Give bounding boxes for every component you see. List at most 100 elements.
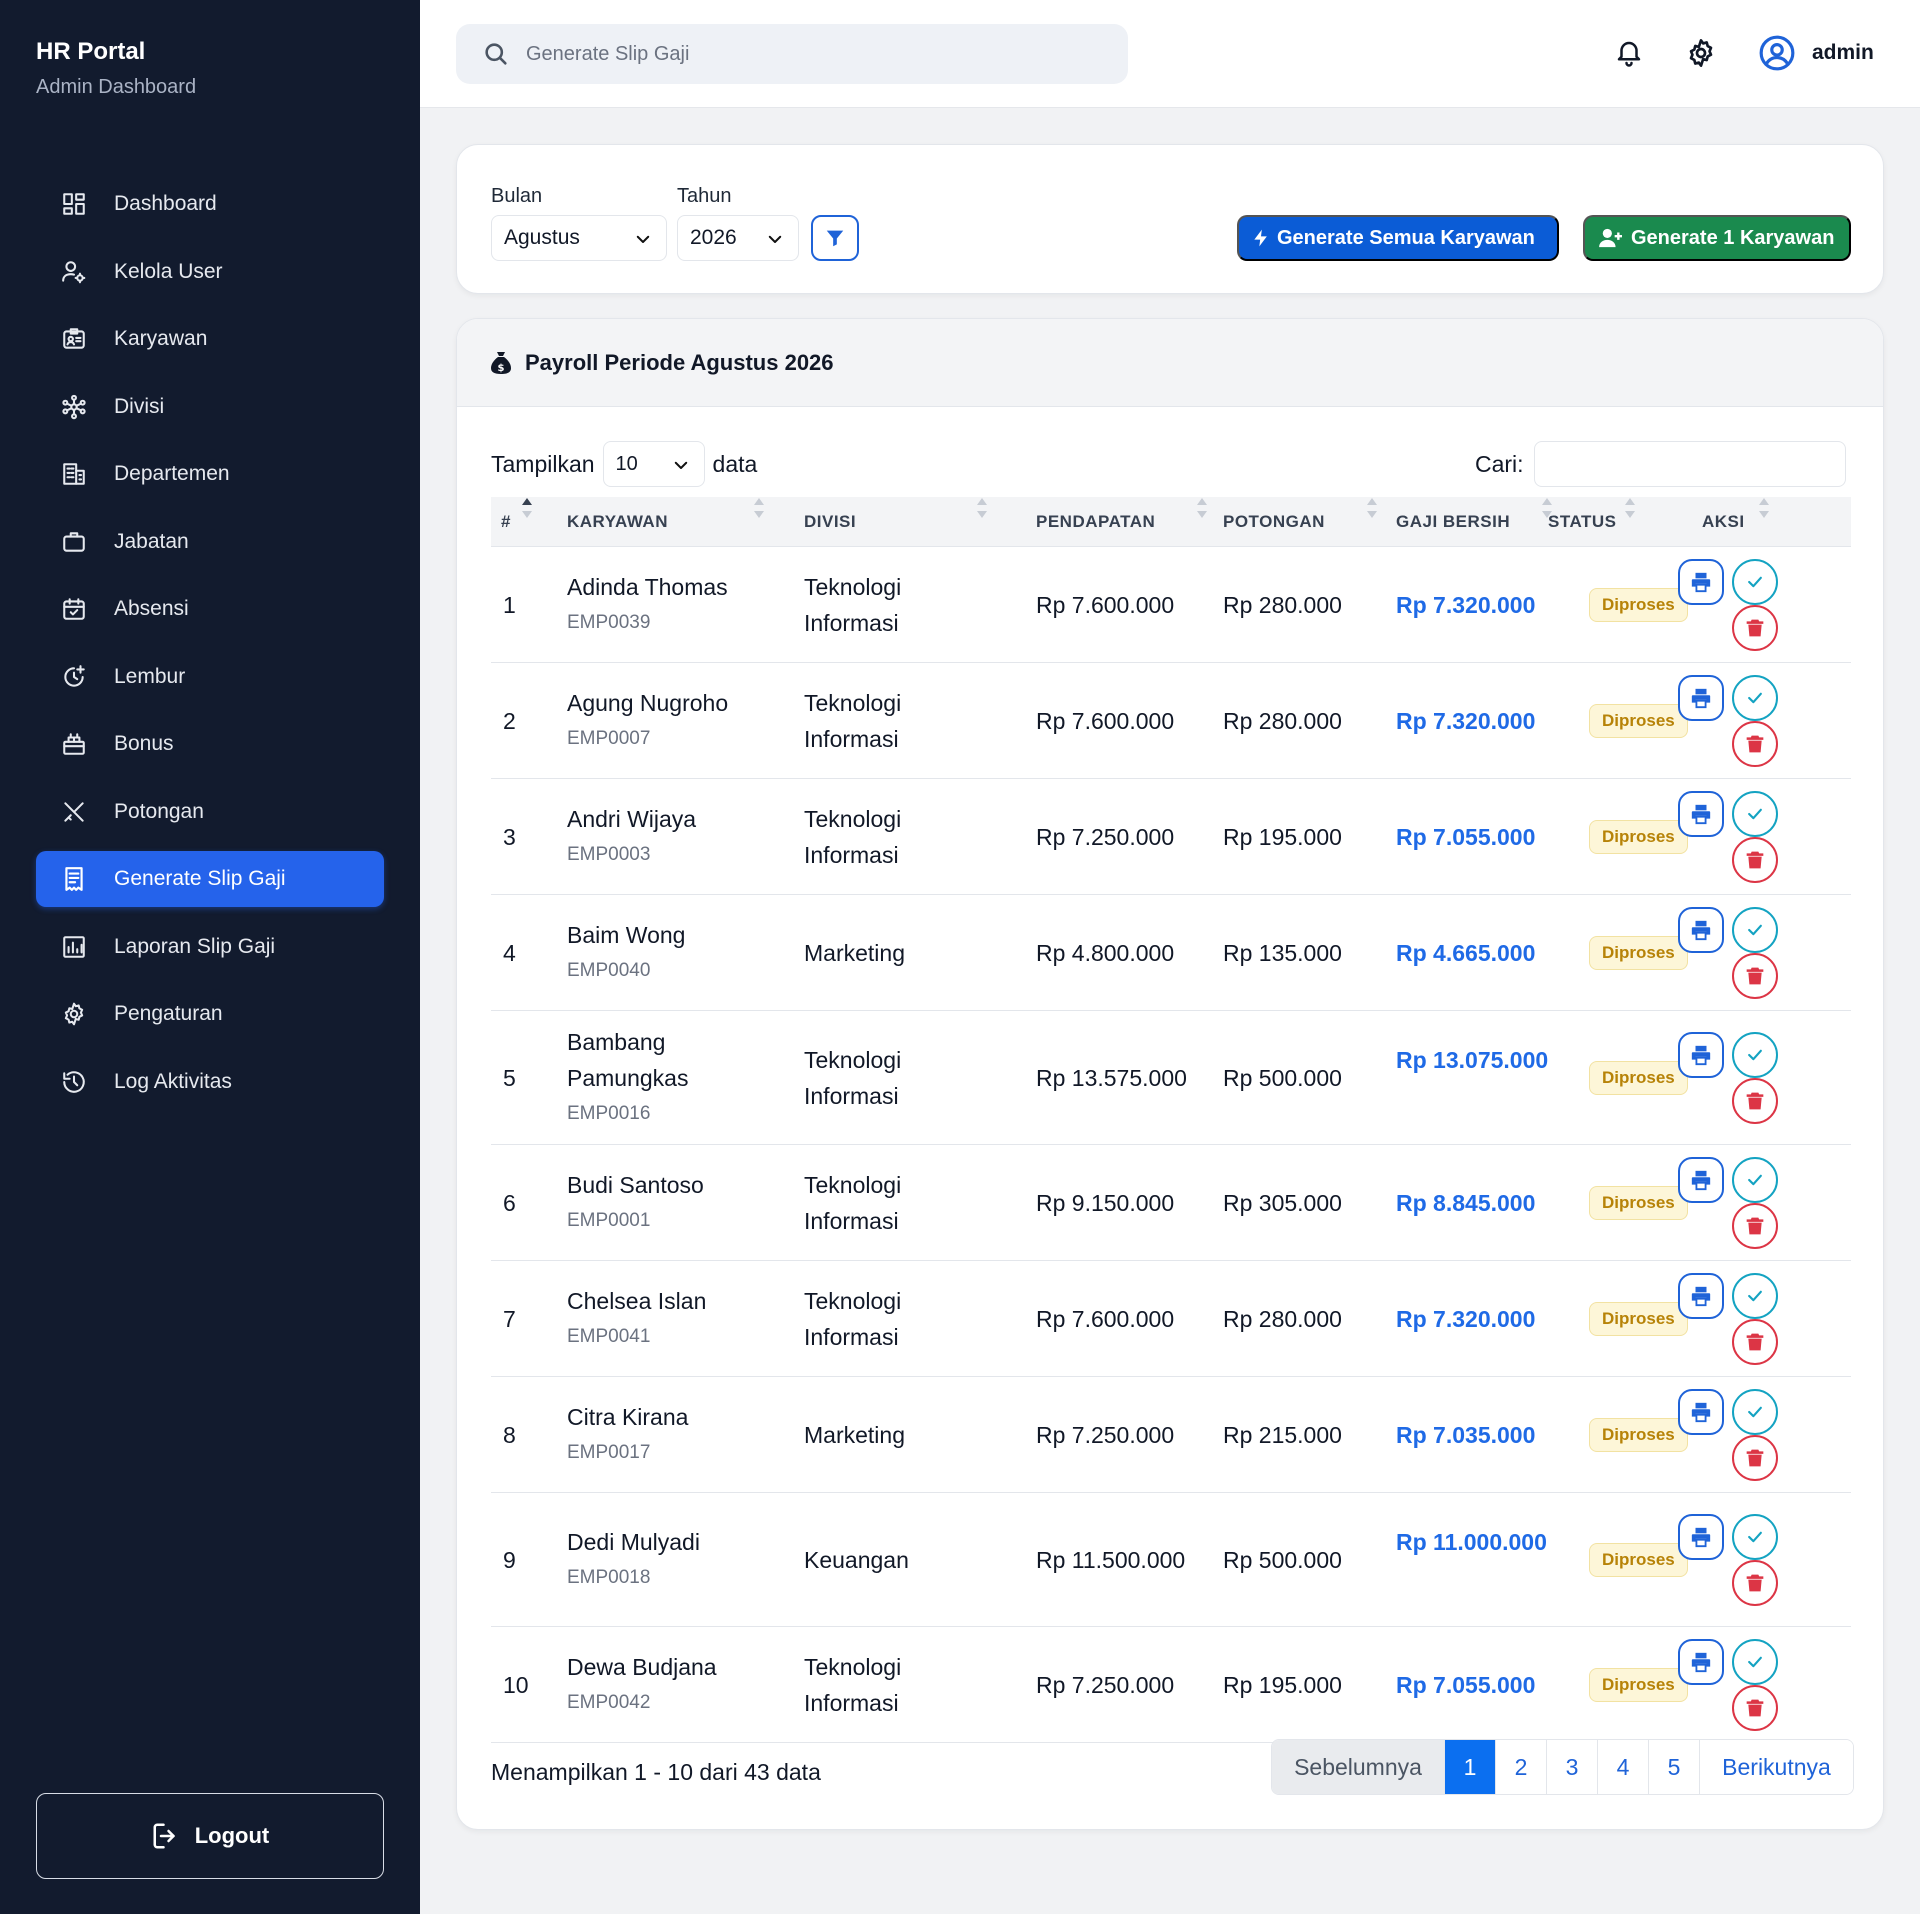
division-cell: Teknologi Informasi bbox=[804, 1288, 902, 1350]
print-slip-button[interactable] bbox=[1678, 791, 1724, 837]
sidebar-item-label: Generate Slip Gaji bbox=[114, 867, 286, 890]
page-length-select[interactable]: 10 bbox=[602, 441, 705, 487]
sidebar-item-kelola-user[interactable]: Kelola User bbox=[36, 244, 384, 300]
tahun-select[interactable]: 2026 bbox=[677, 215, 799, 261]
column-header-number[interactable]: # bbox=[501, 497, 511, 547]
print-slip-button[interactable] bbox=[1678, 1032, 1724, 1078]
sidebar-item-lembur[interactable]: Lembur bbox=[36, 649, 384, 705]
bell-icon[interactable] bbox=[1612, 36, 1646, 70]
delete-button[interactable] bbox=[1732, 605, 1778, 651]
filter-button[interactable] bbox=[811, 215, 859, 261]
approve-button[interactable] bbox=[1732, 1157, 1778, 1203]
sidebar-item-divisi[interactable]: Divisi bbox=[36, 379, 384, 435]
delete-button[interactable] bbox=[1732, 1560, 1778, 1606]
table-search-input[interactable] bbox=[1533, 441, 1846, 487]
pagination-next-button[interactable]: Berikutnya bbox=[1699, 1740, 1853, 1794]
column-header-label: STATUS bbox=[1548, 512, 1617, 531]
print-slip-button[interactable] bbox=[1678, 559, 1724, 605]
income-cell: Rp 13.575.000 bbox=[1036, 1065, 1187, 1091]
sidebar-item-dashboard[interactable]: Dashboard bbox=[36, 176, 384, 232]
approve-button[interactable] bbox=[1732, 907, 1778, 953]
table-info: Menampilkan 1 - 10 dari 43 data bbox=[491, 1759, 821, 1785]
sidebar-item-pengaturan[interactable]: Pengaturan bbox=[36, 986, 384, 1042]
delete-button[interactable] bbox=[1732, 1685, 1778, 1731]
generate-one-button[interactable]: Generate 1 Karyawan bbox=[1583, 215, 1851, 261]
delete-button[interactable] bbox=[1732, 953, 1778, 999]
delete-button[interactable] bbox=[1732, 1319, 1778, 1365]
table-row: 8 Citra Kirana EMP0017 Marketing Rp 7.25… bbox=[491, 1377, 1851, 1493]
table-header: # KARYAWAN DIVISI PENDAPATAN POTONGAN GAJI BE… bbox=[491, 497, 1851, 547]
sidebar-item-label: Kelola User bbox=[114, 259, 223, 283]
print-slip-button[interactable] bbox=[1678, 1157, 1724, 1203]
print-slip-button[interactable] bbox=[1678, 1639, 1724, 1685]
income-cell: Rp 4.800.000 bbox=[1036, 940, 1175, 966]
gear-icon[interactable] bbox=[1684, 36, 1718, 70]
employee-id: EMP0007 bbox=[567, 728, 651, 749]
check-icon bbox=[1745, 572, 1765, 592]
print-slip-button[interactable] bbox=[1678, 1273, 1724, 1319]
delete-button[interactable] bbox=[1732, 837, 1778, 883]
approve-button[interactable] bbox=[1732, 1514, 1778, 1560]
sidebar-item-laporan-slip-gaji[interactable]: Laporan Slip Gaji bbox=[36, 919, 384, 975]
approve-button[interactable] bbox=[1732, 1032, 1778, 1078]
sidebar-item-jabatan[interactable]: Jabatan bbox=[36, 514, 384, 570]
search-input[interactable] bbox=[526, 42, 1086, 66]
pagination-prev-button[interactable]: Sebelumnya bbox=[1272, 1740, 1444, 1794]
print-slip-button[interactable] bbox=[1678, 1389, 1724, 1435]
approve-button[interactable] bbox=[1732, 791, 1778, 837]
division-cell: Marketing bbox=[804, 940, 905, 966]
sidebar-item-karyawan[interactable]: Karyawan bbox=[36, 311, 384, 367]
column-header-aksi[interactable]: AKSI bbox=[1702, 497, 1745, 547]
column-header-potongan[interactable]: POTONGAN bbox=[1223, 497, 1325, 547]
status-badge: Diproses bbox=[1589, 820, 1688, 854]
sidebar-item-potongan[interactable]: Potongan bbox=[36, 784, 384, 840]
approve-button[interactable] bbox=[1732, 1639, 1778, 1685]
row-number: 8 bbox=[503, 1422, 516, 1448]
income-cell: Rp 9.150.000 bbox=[1036, 1190, 1175, 1216]
sidebar-item-label: Divisi bbox=[114, 394, 165, 418]
printer-icon bbox=[1690, 1401, 1712, 1423]
employee-id: EMP0041 bbox=[567, 1326, 651, 1347]
printer-icon bbox=[1690, 1651, 1712, 1673]
approve-button[interactable] bbox=[1732, 675, 1778, 721]
bar-chart-icon bbox=[60, 933, 88, 961]
print-slip-button[interactable] bbox=[1678, 907, 1724, 953]
delete-button[interactable] bbox=[1732, 1203, 1778, 1249]
clock-plus-icon bbox=[60, 663, 88, 691]
pagination-page-5[interactable]: 5 bbox=[1648, 1740, 1699, 1794]
delete-button[interactable] bbox=[1732, 1435, 1778, 1481]
sidebar-item-label: Lembur bbox=[114, 664, 186, 688]
column-header-divisi[interactable]: DIVISI bbox=[804, 497, 856, 547]
employee-id: EMP0016 bbox=[567, 1103, 651, 1124]
delete-button[interactable] bbox=[1732, 1078, 1778, 1124]
show-suffix: data bbox=[712, 450, 758, 477]
printer-icon bbox=[1690, 1169, 1712, 1191]
user-menu[interactable]: admin bbox=[1758, 34, 1874, 72]
print-slip-button[interactable] bbox=[1678, 1514, 1724, 1560]
column-header-status[interactable]: STATUS bbox=[1548, 497, 1616, 547]
pagination-page-1[interactable]: 1 bbox=[1444, 1740, 1495, 1794]
approve-button[interactable] bbox=[1732, 1389, 1778, 1435]
employee-id: EMP0003 bbox=[567, 844, 651, 865]
sidebar-item-absensi[interactable]: Absensi bbox=[36, 581, 384, 637]
column-header-pendapatan[interactable]: PENDAPATAN bbox=[1036, 497, 1155, 547]
row-number: 5 bbox=[503, 1065, 516, 1091]
delete-button[interactable] bbox=[1732, 721, 1778, 767]
approve-button[interactable] bbox=[1732, 559, 1778, 605]
bulan-select[interactable]: Agustus bbox=[491, 215, 667, 261]
logout-button[interactable]: Logout bbox=[36, 1793, 384, 1879]
column-header-gaji-bersih[interactable]: GAJI BERSIH bbox=[1396, 497, 1510, 547]
sidebar-nav: Dashboard Kelola User Karyawan Divisi Depart… bbox=[36, 176, 384, 1121]
pagination-page-4[interactable]: 4 bbox=[1597, 1740, 1648, 1794]
pagination-page-3[interactable]: 3 bbox=[1546, 1740, 1597, 1794]
sidebar-item-generate-slip-gaji[interactable]: Generate Slip Gaji bbox=[36, 851, 384, 907]
sidebar-item-log-aktivitas[interactable]: Log Aktivitas bbox=[36, 1054, 384, 1110]
row-number: 4 bbox=[503, 940, 516, 966]
sidebar-item-departemen[interactable]: Departemen bbox=[36, 446, 384, 502]
generate-all-button[interactable]: Generate Semua Karyawan bbox=[1237, 215, 1559, 261]
column-header-karyawan[interactable]: KARYAWAN bbox=[567, 497, 668, 547]
print-slip-button[interactable] bbox=[1678, 675, 1724, 721]
approve-button[interactable] bbox=[1732, 1273, 1778, 1319]
sidebar-item-bonus[interactable]: Bonus bbox=[36, 716, 384, 772]
pagination-page-2[interactable]: 2 bbox=[1495, 1740, 1546, 1794]
